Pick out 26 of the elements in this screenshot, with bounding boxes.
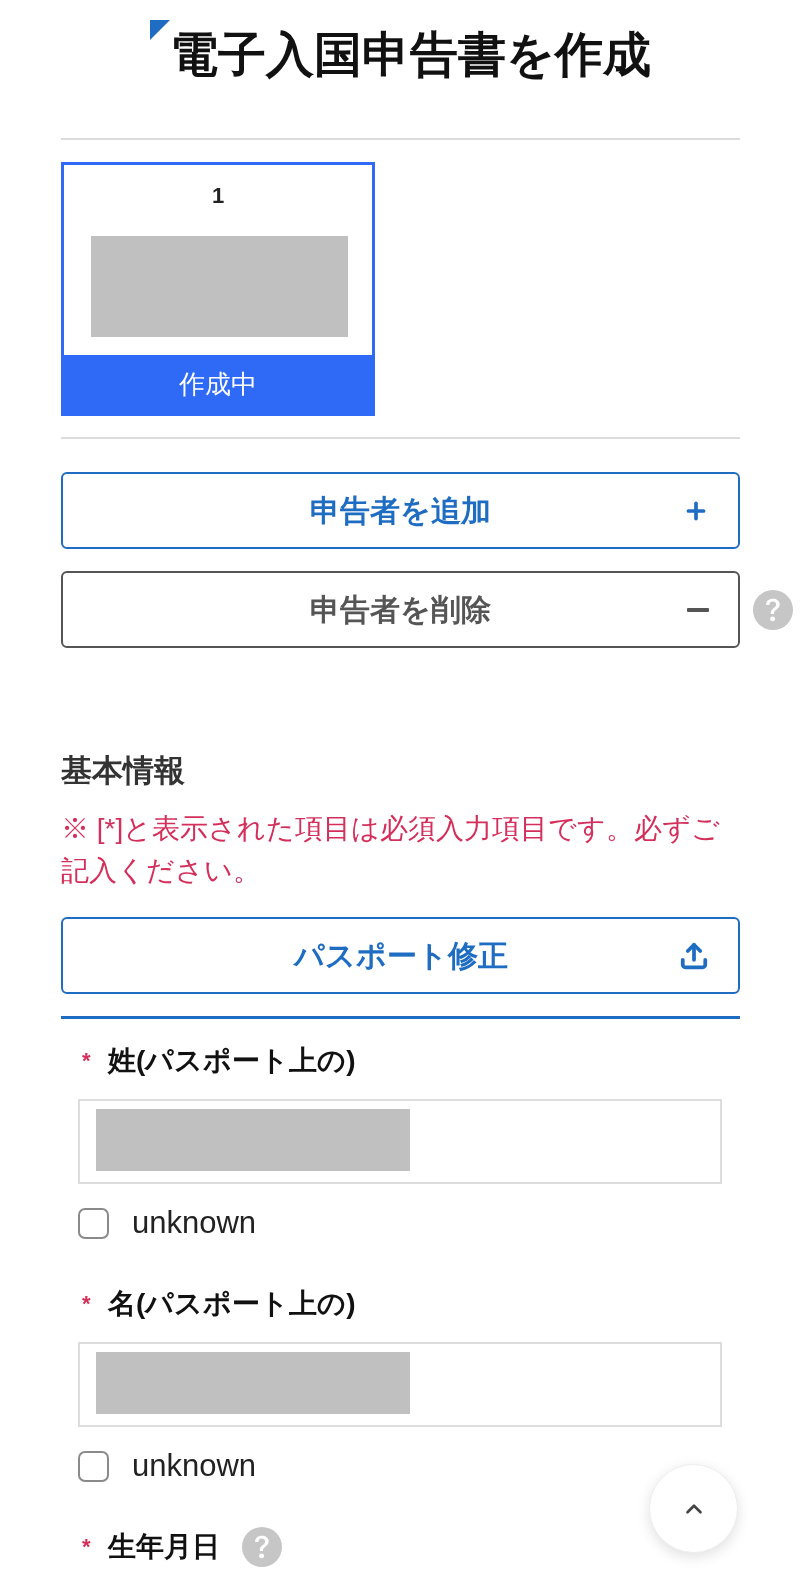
- upload-icon: [679, 940, 709, 971]
- upload-button[interactable]: パスポート修正: [61, 917, 740, 994]
- text-input-field[interactable]: [78, 1342, 722, 1427]
- checkbox-label: unknown: [132, 1448, 257, 1484]
- field-label: 生年月日: [108, 1530, 220, 1564]
- help-icon[interactable]: [242, 1527, 282, 1567]
- required-asterisk: *: [82, 1536, 92, 1558]
- corner-mark-icon: [150, 20, 170, 40]
- checkbox[interactable]: [78, 1450, 109, 1482]
- help-icon[interactable]: [753, 589, 793, 630]
- section-title: 基本情報: [61, 752, 185, 790]
- declarant-number: 1: [211, 182, 225, 210]
- required-asterisk: *: [82, 1293, 92, 1315]
- required-note: ※ [*]と表示された項目は必須入力項目です。必ずご記入ください。: [61, 812, 722, 888]
- field-label: 名(パスポート上の): [108, 1287, 356, 1321]
- checkbox-label: unknown: [132, 1205, 257, 1241]
- minus-icon: [687, 607, 709, 612]
- page-title: 電子入国申告書を作成: [170, 27, 651, 83]
- field-label: 姓(パスポート上の): [108, 1044, 356, 1078]
- add-button[interactable]: 申告者を追加: [61, 472, 740, 549]
- checkbox[interactable]: [78, 1207, 109, 1239]
- status-bar: 作成中: [64, 355, 372, 413]
- declarant-card[interactable]: 1 作成中: [61, 162, 375, 416]
- delete-button[interactable]: 申告者を削除: [61, 571, 740, 648]
- required-asterisk: *: [82, 1050, 92, 1072]
- text-input-field[interactable]: [78, 1099, 722, 1184]
